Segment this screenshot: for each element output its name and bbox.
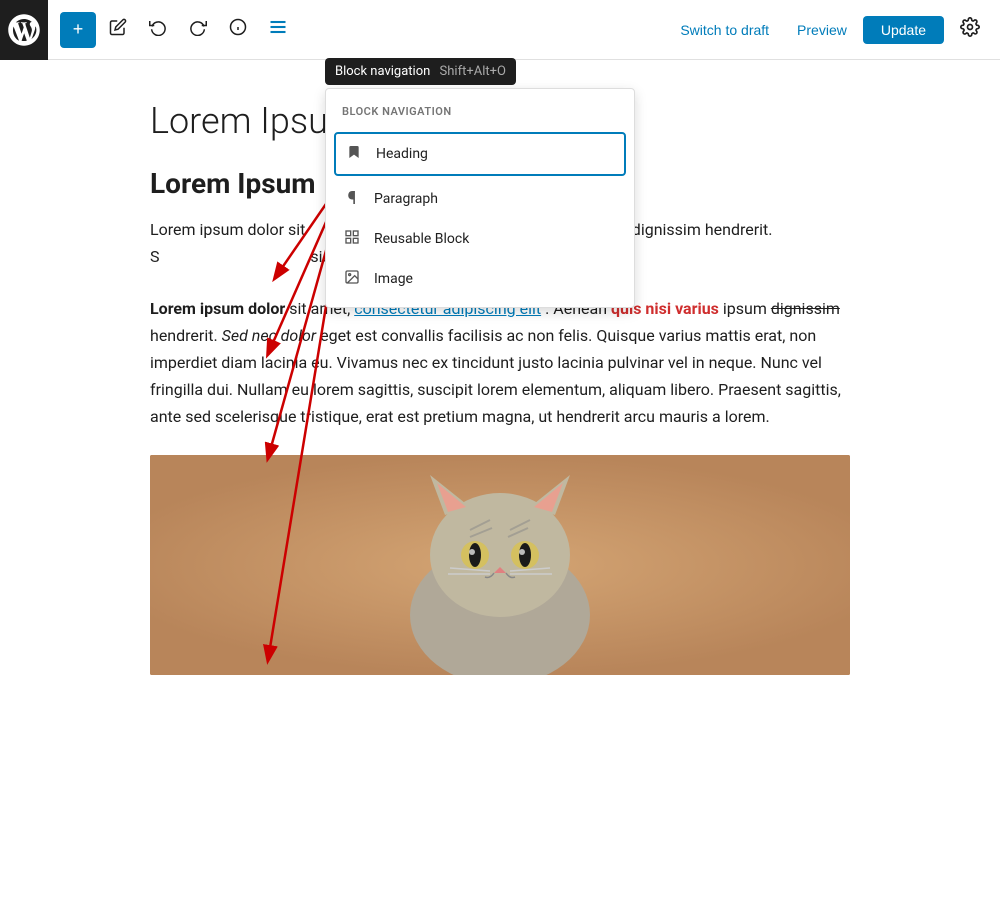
italic-text: Sed nec dolor <box>222 326 316 345</box>
normal-text-3: ipsum <box>723 299 771 318</box>
update-button[interactable]: Update <box>863 16 944 44</box>
toolbar: + <box>0 0 1000 60</box>
block-nav-item-reusable[interactable]: Reusable Block <box>326 219 634 259</box>
block-paragraph-rich[interactable]: Lorem ipsum dolor sit amet, consectetur … <box>150 295 850 431</box>
wp-logo <box>0 0 48 60</box>
list-view-icon <box>268 17 288 42</box>
block-nav-reusable-label: Reusable Block <box>374 231 469 247</box>
undo-button[interactable] <box>140 12 176 48</box>
image-icon <box>342 269 362 289</box>
cat-image-block[interactable] <box>150 455 850 675</box>
reusable-block-icon <box>342 229 362 249</box>
redo-icon <box>189 18 207 41</box>
block-nav-paragraph-label: Paragraph <box>374 191 438 207</box>
pilcrow-icon: ¶ <box>342 188 362 209</box>
block-nav-heading-label: Heading <box>376 146 428 162</box>
pencil-icon <box>109 18 127 41</box>
cat-image <box>150 455 850 675</box>
info-icon <box>229 18 247 41</box>
block-navigation-dropdown: BLOCK NAVIGATION Heading ¶ Paragraph Reu… <box>325 88 635 308</box>
bookmark-icon <box>344 144 364 164</box>
block-nav-image-label: Image <box>374 271 413 287</box>
settings-button[interactable] <box>952 12 988 48</box>
switch-to-draft-button[interactable]: Switch to draft <box>668 16 781 44</box>
block-nav-item-heading[interactable]: Heading <box>334 132 626 176</box>
normal-text-4: hendrerit. <box>150 326 222 345</box>
plus-icon: + <box>73 19 84 40</box>
edit-button[interactable] <box>100 12 136 48</box>
preview-button[interactable]: Preview <box>785 16 859 44</box>
block-nav-item-image[interactable]: Image <box>326 259 634 299</box>
strikethrough-text: dignissim <box>771 299 840 318</box>
bold-text-1: Lorem ipsum dolor <box>150 299 285 318</box>
add-block-button[interactable]: + <box>60 12 96 48</box>
info-button[interactable] <box>220 12 256 48</box>
redo-button[interactable] <box>180 12 216 48</box>
undo-icon <box>149 18 167 41</box>
block-navigation-button[interactable] <box>260 12 296 48</box>
block-nav-item-paragraph[interactable]: ¶ Paragraph <box>326 178 634 219</box>
gear-icon <box>960 17 980 42</box>
block-nav-title: BLOCK NAVIGATION <box>326 97 634 130</box>
